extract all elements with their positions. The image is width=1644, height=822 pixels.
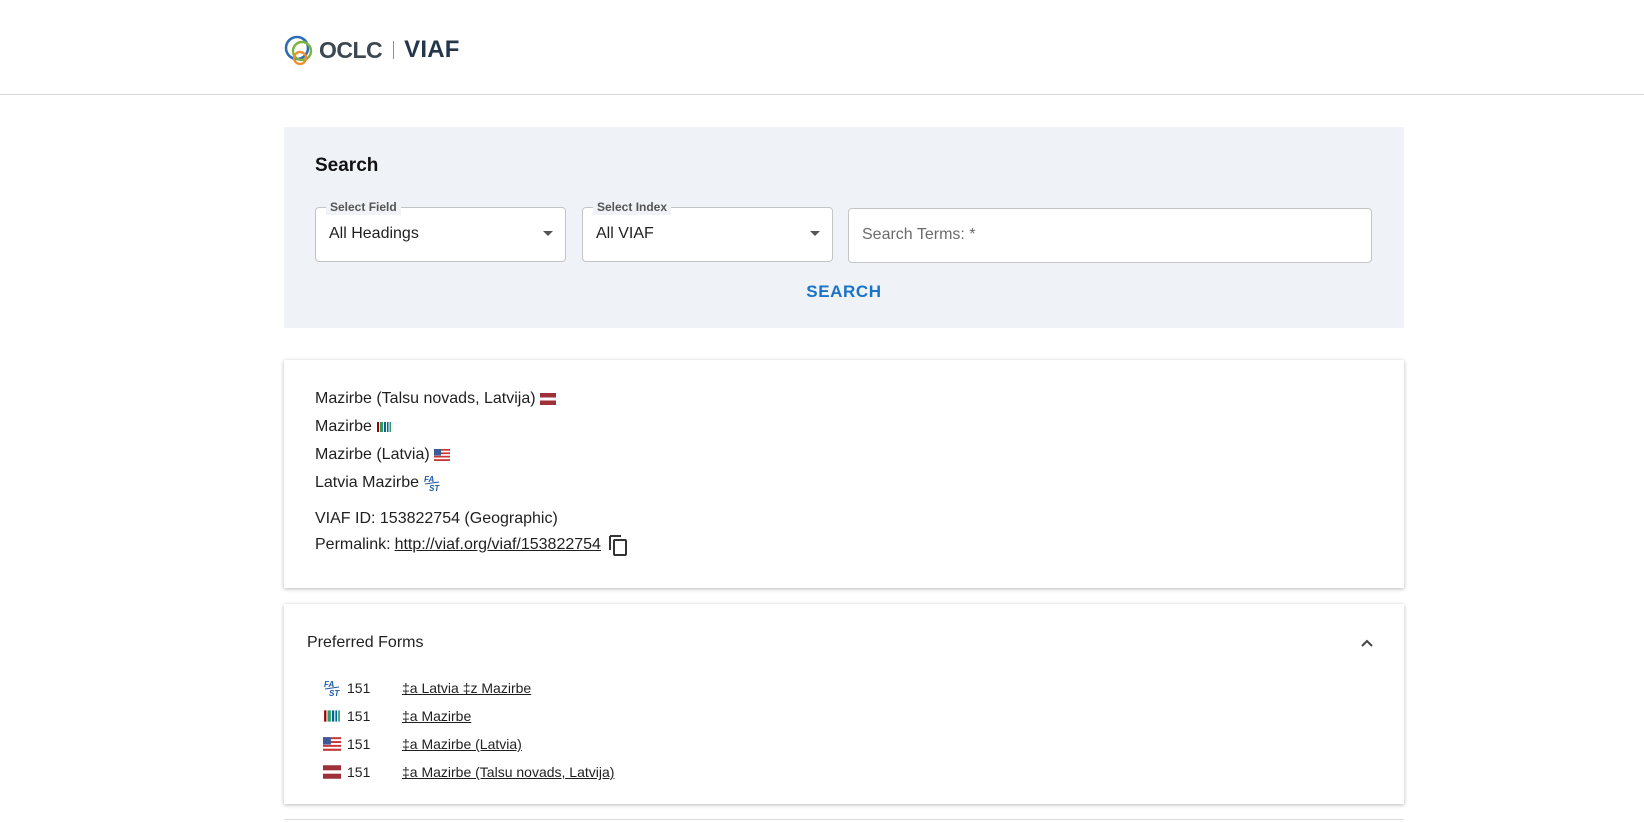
select-index-label: Select Index	[593, 199, 672, 215]
permalink-line: Permalink: http://viaf.org/viaf/15382275…	[315, 533, 629, 557]
marc-tag: 151	[347, 764, 371, 780]
heading-text: Mazirbe (Talsu novads, Latvija)	[315, 390, 536, 407]
select-field-value: All Headings	[329, 225, 419, 242]
fast-icon: FA ST	[324, 680, 340, 697]
site-header: OCLC VIAF	[0, 0, 1644, 95]
preferred-form-link[interactable]: ‡a Mazirbe (Latvia)	[402, 736, 522, 752]
preferred-forms-panel: Preferred Forms FA ST 151 ‡a Latvia ‡z M…	[284, 604, 1404, 804]
chevron-down-icon	[543, 231, 553, 236]
preferred-forms-title: Preferred Forms	[307, 634, 424, 651]
heading-item: Latvia Mazirbe FA ST	[315, 474, 441, 492]
chevron-up-icon[interactable]	[1358, 634, 1376, 652]
heading-text: Mazirbe	[315, 418, 372, 435]
search-heading: Search	[315, 155, 379, 176]
search-panel: Search Select Field All Headings Select …	[284, 127, 1404, 328]
preferred-form-link[interactable]: ‡a Mazirbe (Talsu novads, Latvija)	[402, 764, 614, 780]
permalink-label: Permalink:	[315, 536, 391, 553]
select-field-dropdown[interactable]: Select Field All Headings	[315, 199, 566, 262]
marc-tag: 151	[347, 680, 371, 696]
viaf-wordmark: VIAF	[404, 36, 460, 63]
preferred-form-link[interactable]: ‡a Mazirbe	[402, 708, 471, 724]
fast-icon: FA ST	[424, 475, 440, 492]
oclc-wordmark: OCLC	[319, 36, 383, 63]
preferred-form-row: 151 ‡a Mazirbe (Latvia)	[323, 735, 522, 753]
heading-item: Mazirbe (Latvia)	[315, 446, 450, 464]
oclc-viaf-logo[interactable]: OCLC VIAF	[283, 32, 460, 68]
logo-divider	[393, 41, 395, 59]
select-field-label: Select Field	[326, 199, 401, 215]
search-button[interactable]: SEARCH	[794, 277, 894, 307]
preferred-form-link[interactable]: ‡a Latvia ‡z Mazirbe	[402, 680, 531, 696]
svg-text:ST: ST	[429, 484, 440, 492]
wikidata-icon	[376, 422, 391, 432]
latvia-flag-icon	[323, 765, 341, 779]
select-index-dropdown[interactable]: Select Index All VIAF	[582, 199, 833, 262]
us-flag-icon	[433, 449, 450, 461]
heading-text: Mazirbe (Latvia)	[315, 446, 430, 463]
viaf-id-line: VIAF ID: 153822754 (Geographic)	[315, 510, 558, 527]
latvia-flag-icon	[539, 393, 556, 405]
preferred-form-row: 151 ‡a Mazirbe (Talsu novads, Latvija)	[323, 763, 614, 781]
search-terms-input[interactable]: Search Terms: *	[848, 208, 1372, 263]
preferred-form-row: 151 ‡a Mazirbe	[323, 707, 471, 725]
copy-icon[interactable]	[607, 533, 629, 557]
heading-item: Mazirbe (Talsu novads, Latvija)	[315, 390, 556, 408]
heading-item: Mazirbe	[315, 418, 392, 436]
permalink-link[interactable]: http://viaf.org/viaf/153822754	[395, 536, 601, 554]
oclc-logo-icon	[284, 35, 313, 66]
search-terms-placeholder: Search Terms: *	[862, 226, 976, 243]
preferred-form-row: FA ST 151 ‡a Latvia ‡z Mazirbe	[323, 679, 531, 697]
marc-tag: 151	[347, 708, 371, 724]
wikidata-icon	[324, 710, 340, 722]
select-index-value: All VIAF	[596, 225, 654, 242]
next-section-edge	[284, 819, 1404, 820]
svg-text:ST: ST	[329, 689, 340, 697]
record-summary-card: Mazirbe (Talsu novads, Latvija) Mazirbe …	[284, 360, 1404, 588]
heading-text: Latvia Mazirbe	[315, 474, 420, 491]
marc-tag: 151	[347, 736, 371, 752]
chevron-down-icon	[810, 231, 820, 236]
us-flag-icon	[323, 737, 341, 751]
